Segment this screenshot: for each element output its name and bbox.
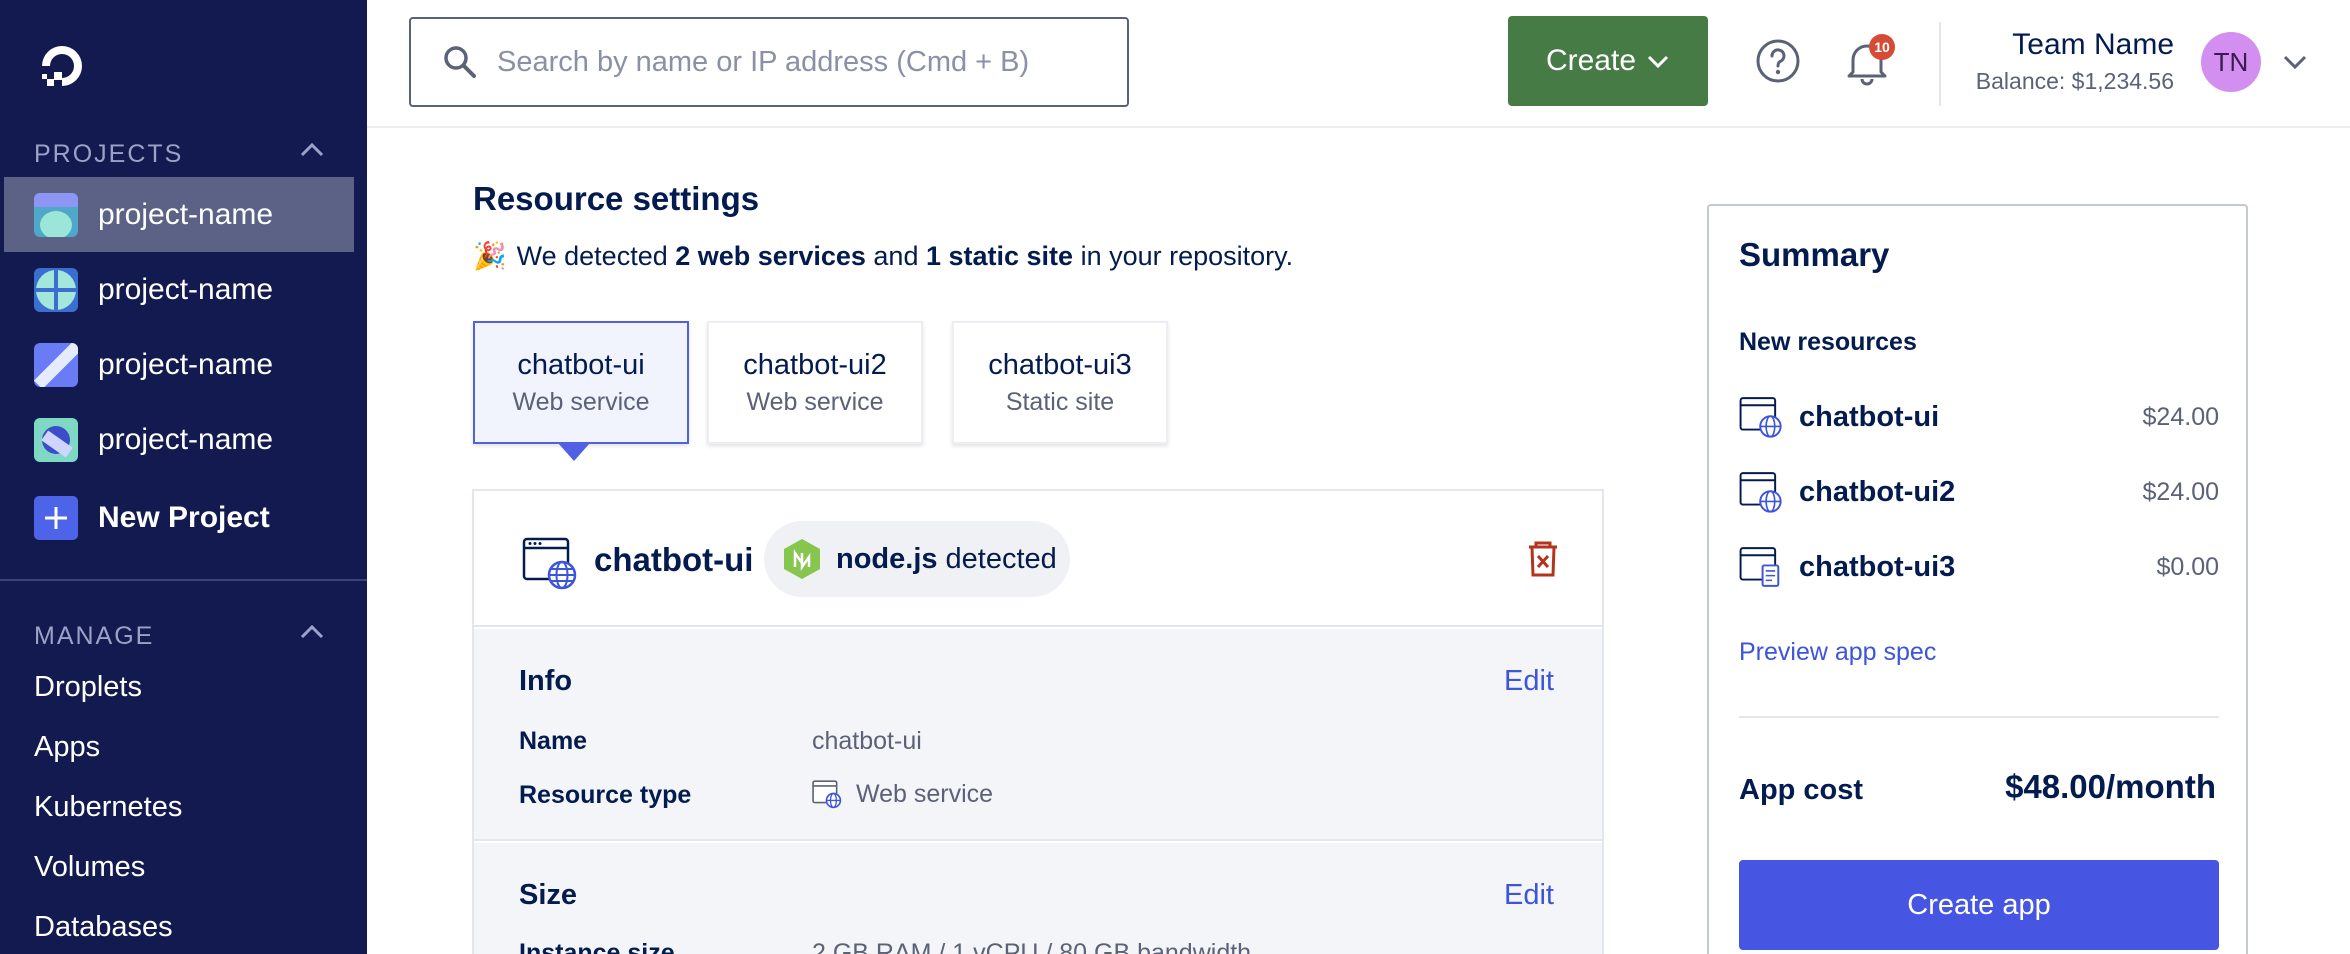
summary-resource-name: chatbot-ui	[1799, 400, 1940, 433]
search-icon	[444, 46, 476, 78]
web-service-icon	[812, 780, 842, 809]
new-project-button[interactable]: New Project	[34, 496, 270, 540]
search-input[interactable]: Search by name or IP address (Cmd + B)	[409, 17, 1129, 107]
active-tab-pointer	[558, 443, 590, 461]
nodejs-icon	[784, 539, 820, 579]
instance-size-label: Instance size	[519, 939, 675, 954]
size-title: Size	[519, 879, 578, 911]
tab-name: chatbot-ui	[517, 348, 645, 381]
tab-type: Web service	[512, 387, 650, 416]
sidebar-project-4[interactable]: project-name	[0, 402, 354, 477]
notification-count-badge: 10	[1869, 34, 1895, 60]
create-dropdown-button[interactable]: Create	[1508, 16, 1708, 106]
app-cost-value: $48.00/month	[2005, 768, 2216, 805]
page-title: Resource settings	[473, 180, 760, 217]
resource-type-value: Web service	[812, 779, 993, 809]
chevron-up-icon[interactable]	[298, 136, 326, 164]
info-edit-link[interactable]: Edit	[1504, 665, 1554, 698]
summary-resource-price: $24.00	[2142, 477, 2219, 506]
size-edit-link[interactable]: Edit	[1504, 879, 1554, 912]
team-balance: Balance: $1,234.56	[1975, 68, 2174, 94]
help-icon[interactable]	[1755, 38, 1801, 84]
create-label: Create	[1545, 44, 1637, 77]
summary-resource-row: chatbot-ui2 $24.00	[1739, 467, 2219, 517]
new-project-label: New Project	[98, 501, 270, 534]
project-label: project-name	[98, 197, 274, 231]
framework-detected-badge: node.js detected	[764, 521, 1070, 597]
resource-type-label: Resource type	[519, 781, 692, 809]
resource-card-header: chatbot-ui node.js detected	[474, 491, 1602, 627]
project-label: project-name	[98, 347, 274, 381]
project-label: project-name	[98, 422, 274, 456]
name-label: Name	[519, 727, 588, 755]
sidebar-item-kubernetes[interactable]: Kubernetes	[34, 791, 182, 824]
tab-chatbot-ui3[interactable]: chatbot-ui3 Static site	[952, 321, 1168, 444]
web-service-icon	[1739, 397, 1782, 438]
info-section: Info Edit Name chatbot-ui Resource type …	[474, 629, 1602, 841]
tab-name: chatbot-ui3	[988, 348, 1132, 381]
preview-app-spec-link[interactable]: Preview app spec	[1739, 638, 1936, 667]
instance-size-value: 2 GB RAM / 1 vCPU / 80 GB bandwidth	[812, 939, 1252, 954]
summary-resource-price: $0.00	[2156, 552, 2219, 581]
project-avatar-icon	[34, 342, 78, 387]
summary-panel: Summary New resources chatbot-ui $24.00 …	[1707, 204, 2248, 954]
detected-label: detected	[945, 542, 1057, 575]
delete-trash-icon[interactable]	[1526, 541, 1560, 577]
sidebar-item-volumes[interactable]: Volumes	[34, 851, 145, 884]
sidebar-project-2[interactable]: project-name	[0, 252, 354, 327]
sidebar-project-1[interactable]: project-name	[4, 177, 354, 252]
name-value: chatbot-ui	[812, 727, 922, 755]
summary-resource-name: chatbot-ui2	[1799, 475, 1956, 508]
project-avatar-icon	[34, 417, 78, 462]
web-service-icon	[522, 537, 577, 590]
project-avatar-icon	[34, 192, 78, 237]
search-placeholder: Search by name or IP address (Cmd + B)	[497, 45, 1030, 78]
project-avatar-icon	[34, 267, 78, 312]
project-label: project-name	[98, 272, 274, 306]
static-site-icon	[1739, 547, 1780, 587]
sidebar-item-droplets[interactable]: Droplets	[34, 671, 142, 704]
size-section: Size Edit Instance size 2 GB RAM / 1 vCP…	[474, 843, 1602, 954]
resource-card: chatbot-ui node.js detected Info Edit Na…	[472, 489, 1604, 954]
team-name[interactable]: Team Name	[2012, 28, 2174, 62]
team-avatar[interactable]: TN	[2201, 32, 2261, 92]
topbar-separator	[1939, 22, 1941, 106]
summary-resource-row: chatbot-ui3 $0.00	[1739, 542, 2219, 592]
chevron-down-icon	[1647, 55, 1669, 69]
chevron-down-icon[interactable]	[2281, 50, 2309, 74]
tab-chatbot-ui[interactable]: chatbot-ui Web service	[473, 321, 689, 444]
sidebar: PROJECTS project-name project-name proje…	[0, 0, 367, 954]
web-service-icon	[1739, 472, 1782, 513]
party-popper-icon: 🎉	[473, 241, 507, 271]
detection-message: 🎉 We detected 2 web services and 1 stati…	[473, 240, 1294, 272]
info-title: Info	[519, 665, 573, 697]
new-resources-title: New resources	[1739, 328, 1917, 356]
create-app-button[interactable]: Create app	[1739, 860, 2219, 950]
digitalocean-logo-icon[interactable]	[34, 38, 90, 94]
resource-name: chatbot-ui	[594, 541, 754, 578]
manage-section-title: MANAGE	[34, 622, 155, 650]
summary-title: Summary	[1739, 236, 1890, 273]
sidebar-item-databases[interactable]: Databases	[34, 911, 173, 944]
tab-type: Static site	[1005, 387, 1115, 416]
tab-chatbot-ui2[interactable]: chatbot-ui2 Web service	[707, 321, 923, 444]
sidebar-item-apps[interactable]: Apps	[34, 731, 100, 764]
framework-name: node.js	[836, 542, 938, 575]
tab-name: chatbot-ui2	[743, 348, 887, 381]
projects-section-title: PROJECTS	[34, 140, 184, 168]
plus-icon	[34, 496, 78, 540]
tab-type: Web service	[746, 387, 884, 416]
summary-resource-row: chatbot-ui $24.00	[1739, 392, 2219, 442]
summary-resource-price: $24.00	[2142, 402, 2219, 431]
summary-divider	[1739, 716, 2219, 718]
top-bar: Search by name or IP address (Cmd + B) C…	[367, 0, 2350, 128]
sidebar-divider	[0, 579, 367, 581]
app-cost-label: App cost	[1739, 774, 1864, 806]
chevron-up-icon[interactable]	[298, 618, 326, 646]
summary-resource-name: chatbot-ui3	[1799, 550, 1956, 583]
sidebar-project-3[interactable]: project-name	[0, 327, 354, 402]
